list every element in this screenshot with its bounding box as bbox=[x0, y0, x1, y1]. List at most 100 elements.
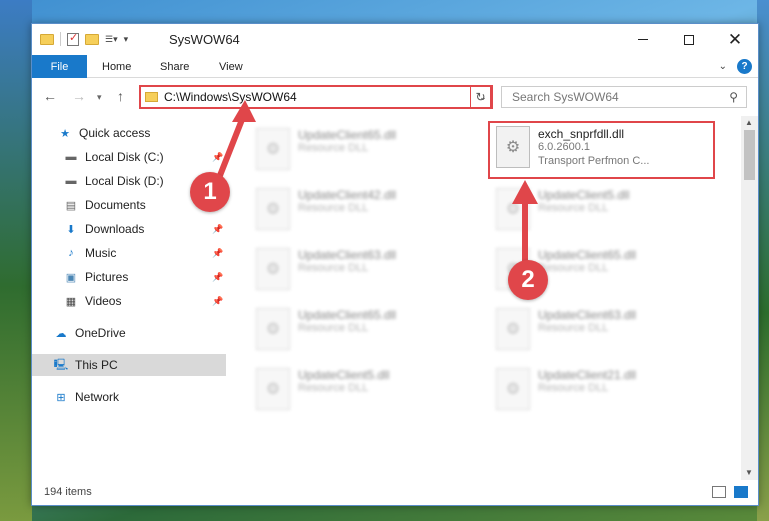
file-highlight-box bbox=[488, 121, 715, 179]
sidebar-item-label: Quick access bbox=[79, 126, 151, 140]
sidebar-item-this-pc[interactable]: 🖳 This PC bbox=[32, 354, 226, 376]
network-icon: ⊞ bbox=[56, 391, 66, 404]
file-tile[interactable]: ⚙ UpdateClient63.dll Resource DLL bbox=[248, 244, 478, 300]
desktop-background-left bbox=[0, 0, 32, 521]
step-1-badge: 1 bbox=[190, 172, 230, 212]
dll-file-icon: ⚙ bbox=[496, 368, 530, 410]
file-name: UpdateClient21.dll bbox=[538, 368, 637, 382]
sidebar-item-label: Local Disk (C:) bbox=[85, 150, 164, 164]
file-type: Resource DLL bbox=[298, 202, 369, 214]
download-icon: ⬇ bbox=[66, 223, 76, 236]
recent-locations-icon[interactable]: ▾ bbox=[97, 92, 102, 103]
tab-file[interactable]: File bbox=[32, 55, 87, 78]
pin-icon[interactable]: 📌 bbox=[212, 296, 223, 307]
pin-icon[interactable]: 📌 bbox=[212, 224, 223, 235]
file-type: Resource DLL bbox=[538, 322, 609, 334]
file-name: UpdateClient42.dll bbox=[298, 188, 397, 202]
expand-ribbon-icon[interactable]: ⌄ bbox=[719, 61, 727, 72]
computer-icon: 🖳 bbox=[53, 358, 69, 371]
address-text[interactable]: C:\Windows\SysWOW64 bbox=[164, 90, 475, 104]
sidebar-item-label: Music bbox=[85, 246, 117, 260]
file-tile[interactable]: ⚙ UpdateClient42.dll Resource DLL bbox=[248, 184, 478, 240]
folder-icon bbox=[40, 33, 54, 45]
videos-icon: ▦ bbox=[65, 295, 77, 308]
properties-icon[interactable] bbox=[67, 31, 79, 46]
new-folder-icon[interactable] bbox=[85, 33, 99, 45]
close-button[interactable]: ✕ bbox=[712, 24, 758, 55]
sidebar-item-label: Downloads bbox=[85, 222, 145, 236]
sidebar-item-quick-access[interactable]: ★ Quick access bbox=[32, 122, 226, 144]
file-type: Resource DLL bbox=[538, 202, 609, 214]
file-tile[interactable]: ⚙ UpdateClient63.dll Resource DLL bbox=[488, 304, 718, 360]
scroll-up-icon[interactable]: ▲ bbox=[745, 118, 753, 127]
tiles-view-icon[interactable] bbox=[734, 486, 748, 498]
sidebar-item-videos[interactable]: ▦ Videos 📌 bbox=[32, 290, 226, 312]
sidebar-item-downloads[interactable]: ⬇ Downloads 📌 bbox=[32, 218, 226, 240]
folder-icon bbox=[145, 92, 158, 102]
address-bar[interactable]: C:\Windows\SysWOW64 ⌄ bbox=[139, 85, 493, 109]
toolbar-dropdown-icon[interactable]: ▾ bbox=[124, 34, 129, 45]
sidebar-item-pictures[interactable]: ▣ Pictures 📌 bbox=[32, 266, 226, 288]
dll-file-icon: ⚙ bbox=[496, 308, 530, 350]
pin-icon[interactable]: 📌 bbox=[212, 152, 223, 163]
file-tile[interactable]: ⚙ UpdateClient21.dll Resource DLL bbox=[488, 364, 718, 420]
dll-file-icon: ⚙ bbox=[256, 188, 290, 230]
search-icon: ⚲ bbox=[729, 90, 738, 104]
file-tile[interactable]: ⚙ UpdateClient5.dll Resource DLL bbox=[488, 184, 718, 240]
maximize-icon bbox=[684, 34, 694, 45]
file-type: Resource DLL bbox=[298, 142, 369, 154]
file-name: UpdateClient5.dll bbox=[538, 188, 630, 202]
search-input[interactable]: Search SysWOW64 ⚲ bbox=[501, 86, 747, 108]
file-name: UpdateClient63.dll bbox=[538, 308, 637, 322]
pin-icon[interactable]: 📌 bbox=[212, 248, 223, 259]
sidebar-item-label: Videos bbox=[85, 294, 122, 308]
tab-home[interactable]: Home bbox=[102, 55, 131, 78]
customize-toolbar-icon[interactable]: ☰▾ bbox=[105, 34, 118, 45]
back-arrow-icon[interactable]: ← bbox=[43, 88, 57, 104]
file-tile[interactable]: ⚙ UpdateClient5.dll Resource DLL bbox=[248, 364, 478, 420]
forward-arrow-icon[interactable]: → bbox=[72, 88, 86, 104]
tab-share[interactable]: Share bbox=[160, 55, 189, 78]
sidebar-item-label: This PC bbox=[75, 358, 118, 372]
scroll-down-icon[interactable]: ▼ bbox=[745, 468, 753, 477]
minimize-button[interactable] bbox=[620, 24, 666, 55]
scrollbar-thumb[interactable] bbox=[744, 130, 755, 180]
sidebar-item-label: Pictures bbox=[85, 270, 129, 284]
drive-icon: ▬ bbox=[65, 151, 77, 163]
divider bbox=[60, 32, 61, 46]
sidebar-item-music[interactable]: ♪ Music 📌 bbox=[32, 242, 226, 264]
sidebar-item-onedrive[interactable]: ☁ OneDrive bbox=[32, 322, 226, 344]
dll-file-icon: ⚙ bbox=[256, 248, 290, 290]
sidebar-item-network[interactable]: ⊞ Network bbox=[32, 386, 226, 408]
sidebar-item-label: Documents bbox=[85, 198, 146, 212]
vertical-scrollbar[interactable]: ▲ ▼ bbox=[741, 116, 758, 480]
dll-file-icon: ⚙ bbox=[496, 188, 530, 230]
drive-icon: ▬ bbox=[65, 175, 77, 187]
navigation-bar: ← → ▾ ↑ C:\Windows\SysWOW64 ⌄ ↻ Search S… bbox=[32, 79, 758, 115]
file-type: Resource DLL bbox=[298, 262, 369, 274]
ribbon-right-controls: ⌄ ? bbox=[719, 59, 752, 74]
sidebar-item-label: Network bbox=[75, 390, 120, 404]
explorer-window: ☰▾ ▾ SysWOW64 ✕ File Home Share View ⌄ ?… bbox=[31, 23, 759, 506]
up-arrow-icon[interactable]: ↑ bbox=[117, 88, 124, 104]
details-view-icon[interactable] bbox=[712, 486, 726, 498]
dll-file-icon: ⚙ bbox=[256, 368, 290, 410]
documents-icon: ▤ bbox=[65, 199, 77, 212]
ribbon-tabs: File Home Share View ⌄ ? bbox=[32, 55, 758, 78]
file-tile[interactable]: ⚙ UpdateClient65.dll Resource DLL bbox=[248, 124, 478, 180]
window-title: SysWOW64 bbox=[169, 32, 240, 47]
file-name: UpdateClient63.dll bbox=[298, 248, 397, 262]
refresh-button[interactable]: ↻ bbox=[470, 85, 492, 109]
pictures-icon: ▣ bbox=[65, 271, 77, 284]
file-tile[interactable]: ⚙ UpdateClient65.dll Resource DLL bbox=[248, 304, 478, 360]
sidebar-item-label: Local Disk (D:) bbox=[85, 174, 164, 188]
sidebar-item-local-disk-c[interactable]: ▬ Local Disk (C:) 📌 bbox=[32, 146, 226, 168]
help-icon[interactable]: ? bbox=[737, 59, 752, 74]
file-type: Resource DLL bbox=[298, 322, 369, 334]
pin-icon[interactable]: 📌 bbox=[212, 272, 223, 283]
navigation-pane: ★ Quick access ▬ Local Disk (C:) 📌 ▬ Loc… bbox=[32, 116, 226, 480]
tab-view[interactable]: View bbox=[219, 55, 243, 78]
quick-access-toolbar: ☰▾ ▾ bbox=[40, 31, 129, 46]
maximize-button[interactable] bbox=[666, 24, 712, 55]
item-count: 194 items bbox=[44, 486, 92, 498]
